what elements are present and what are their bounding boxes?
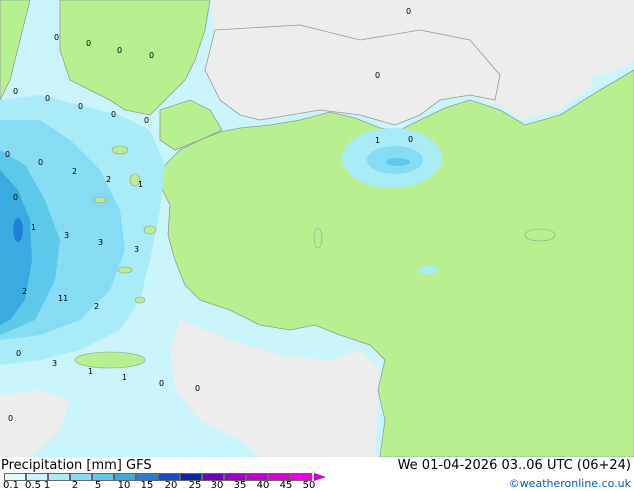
value-label: 3 [64,231,69,240]
lake-small [592,74,612,86]
value-label: 0 [45,94,50,103]
value-label: 0 [406,7,411,16]
value-label: 0 [375,71,380,80]
value-label: 1 [375,136,380,145]
value-label: 0 [195,384,200,393]
legend-swatch [48,473,70,481]
value-label: 0 [13,87,18,96]
value-label: 0 [54,33,59,42]
value-label: 0 [144,116,149,125]
value-label: 0 [38,158,43,167]
value-label: 0 [111,110,116,119]
value-label: 0 [5,150,10,159]
footer: Precipitation [mm] GFS We 01-04-2026 03.… [0,457,634,491]
lake [418,266,438,274]
value-label: 2 [94,302,99,311]
value-label: 0 [117,46,122,55]
value-label: 1 [122,373,127,382]
value-label: 0 [16,349,21,358]
value-label: 3 [98,238,103,247]
map-title: Precipitation [mm] GFS [1,458,152,473]
value-label: 2 [22,287,27,296]
value-label: 1 [88,367,93,376]
value-label: 2 [106,175,111,184]
value-label: 0 [149,51,154,60]
map-canvas: 0000000000000010221133321120311000 [0,0,634,457]
precip-blob-central-peak [386,158,410,166]
value-label: 0 [78,102,83,111]
value-label: 2 [72,167,77,176]
legend-arrow-icon [314,473,326,481]
credit-link[interactable]: ©weatheronline.co.uk [509,477,631,490]
value-label: 0 [86,39,91,48]
valid-time: We 01-04-2026 03..06 UTC (06+24) [397,458,631,473]
value-label: 3 [52,359,57,368]
precipitation-map: 0 0 0 0 0 0 0 0 0 0 0 0 0 0 1 0 2 2 1 1 3 3 3 2 11 2 0 3 1 1 0 0 0 [0,0,634,457]
value-label: 11 [58,294,68,303]
value-label: 0 [13,193,18,202]
value-label: 1 [31,223,36,232]
value-label: 0 [408,135,413,144]
value-label: 0 [8,414,13,423]
value-label: 0 [159,379,164,388]
value-label: 1 [138,180,143,189]
precip-aegean-core [13,218,23,242]
value-label: 3 [134,245,139,254]
